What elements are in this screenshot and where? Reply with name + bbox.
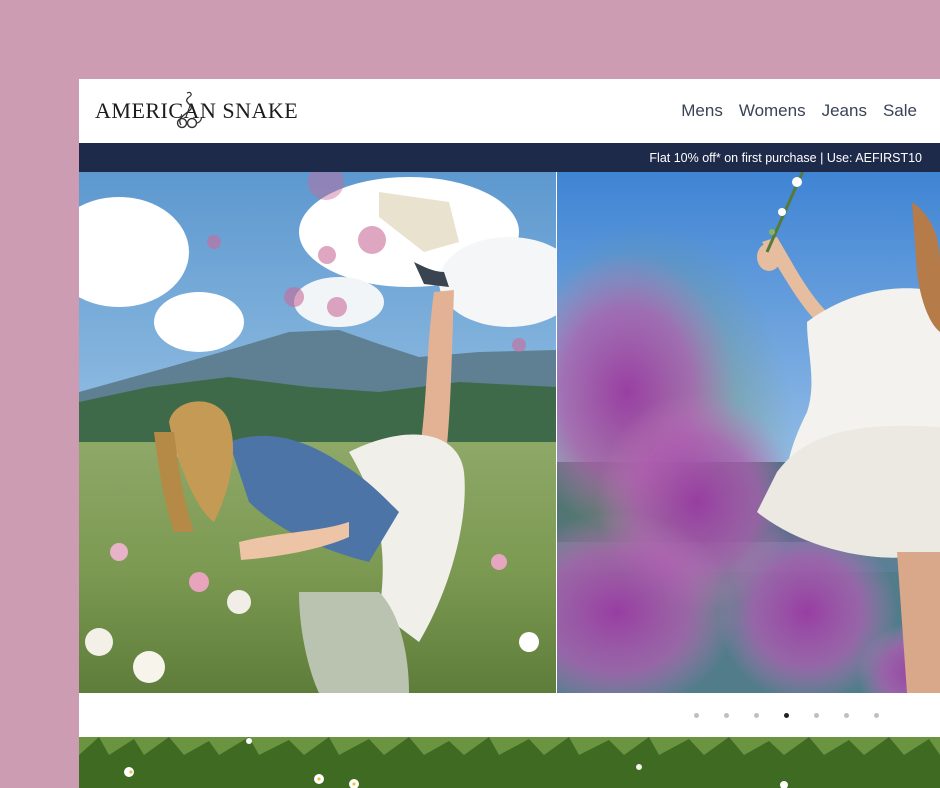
website-frame: AMERICAN SNAKE Mens Womens Jeans Sale Fl… [79,79,940,788]
carousel-dot-6[interactable] [844,712,849,718]
promo-text: Flat 10% off* on first purchase | Use: A… [649,150,922,165]
carousel-dot-3[interactable] [754,712,759,718]
nav-mens-link[interactable]: Mens [681,101,723,121]
main-nav: Mens Womens Jeans Sale [681,79,917,143]
carousel-pagination [79,693,940,737]
carousel-dot-7[interactable] [874,712,879,718]
site-header: AMERICAN SNAKE Mens Womens Jeans Sale [79,79,940,143]
hero-photo-girl-flowers [557,172,940,693]
brand-logo-link[interactable]: AMERICAN SNAKE [95,89,298,133]
carousel-dots [694,693,879,737]
carousel-dot-2[interactable] [724,712,729,718]
hero-slide-image-right[interactable] [557,172,940,693]
nav-jeans-link[interactable]: Jeans [822,101,867,121]
hero-slide-image-left[interactable] [79,172,556,693]
grass-flowers-photo [79,737,940,788]
promo-bar: Flat 10% off* on first purchase | Use: A… [79,143,940,172]
nav-womens-link[interactable]: Womens [739,101,806,121]
carousel-dot-5[interactable] [814,712,819,718]
grass-banner-image[interactable] [79,737,940,788]
carousel-dot-4-active[interactable] [784,712,789,718]
hero-photo-girl-jumping [79,172,556,693]
carousel-dot-1[interactable] [694,712,699,718]
hero-carousel[interactable] [79,172,940,693]
brand-logo-text: AMERICAN SNAKE [95,98,299,123]
nav-sale-link[interactable]: Sale [883,101,917,121]
